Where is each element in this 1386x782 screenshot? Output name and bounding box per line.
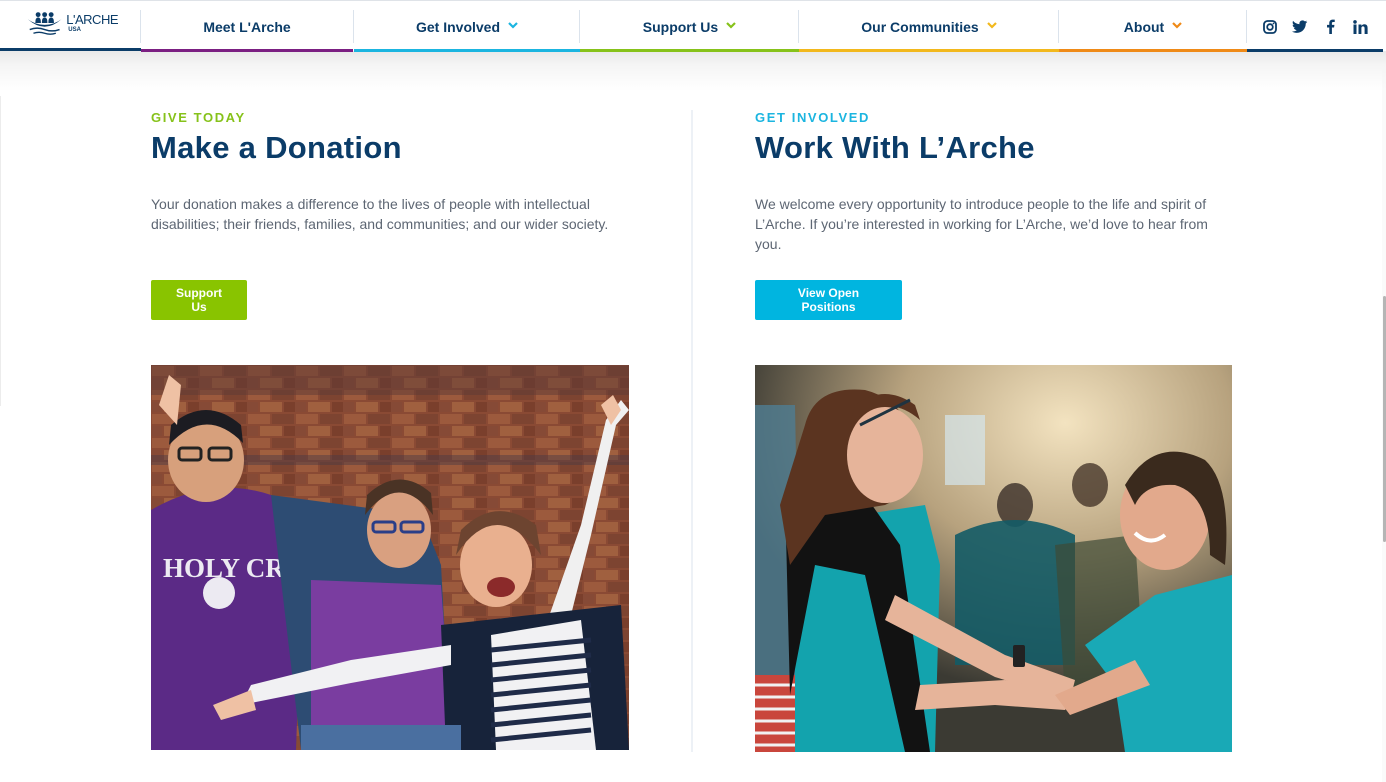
column-divider xyxy=(691,110,693,752)
instagram-icon[interactable] xyxy=(1262,19,1278,35)
facebook-icon[interactable] xyxy=(1322,19,1338,35)
social-links xyxy=(1247,1,1383,52)
chevron-down-icon xyxy=(1172,21,1182,29)
work-photo xyxy=(755,365,1232,752)
nav-accent-bar xyxy=(141,49,353,52)
nav-accent-bar xyxy=(1059,49,1247,52)
support-us-button[interactable]: Support Us xyxy=(151,280,247,320)
people-holding-hands-illustration xyxy=(755,365,1232,752)
donation-description: Your donation makes a difference to the … xyxy=(151,196,609,232)
nav-support-us[interactable]: Support Us xyxy=(580,1,799,52)
nav-accent-bar xyxy=(799,49,1059,52)
nav-accent-bar xyxy=(580,49,799,52)
page-edge xyxy=(0,96,1,406)
logo-subtitle: USA xyxy=(68,27,81,33)
nav-label: Meet L'Arche xyxy=(203,18,291,35)
nav-label: Support Us xyxy=(642,18,719,35)
nav-accent-bar xyxy=(354,49,580,52)
twitter-icon[interactable] xyxy=(1292,19,1308,35)
nav-label: Our Communities xyxy=(861,18,979,35)
nav-label: About xyxy=(1123,18,1165,35)
nav-label: Get Involved xyxy=(415,18,501,35)
header-shadow xyxy=(0,51,1386,91)
chevron-down-icon xyxy=(508,21,518,29)
donation-eyebrow: GIVE TODAY xyxy=(151,110,246,125)
linkedin-icon[interactable] xyxy=(1352,19,1368,35)
site-logo[interactable]: L'ARCHE USA xyxy=(26,8,118,38)
nav-meet-larche[interactable]: Meet L'Arche xyxy=(141,1,353,52)
ark-logo-icon xyxy=(27,12,62,35)
donation-photo: HOLY CROSS xyxy=(151,365,629,750)
work-section: GET INVOLVED Work With L’Arche We welcom… xyxy=(755,110,1233,752)
work-eyebrow: GET INVOLVED xyxy=(755,110,871,125)
view-open-positions-button[interactable]: View Open Positions xyxy=(755,280,902,320)
logo-name: L'ARCHE xyxy=(66,12,118,27)
work-description: We welcome every opportunity to introduc… xyxy=(755,196,1208,252)
work-title: Work With L’Arche xyxy=(755,130,1035,165)
donation-title: Make a Donation xyxy=(151,130,402,165)
friends-photo-illustration: HOLY CROSS xyxy=(151,365,629,750)
chevron-down-icon xyxy=(986,21,997,29)
donation-section: GIVE TODAY Make a Donation Your donation… xyxy=(151,110,629,750)
nav-accent-bar xyxy=(1247,49,1383,52)
logo-accent-bar xyxy=(0,48,141,51)
nav-our-communities[interactable]: Our Communities xyxy=(799,1,1059,52)
nav-get-involved[interactable]: Get Involved xyxy=(354,1,580,52)
chevron-down-icon xyxy=(726,21,736,29)
site-header: L'ARCHE USA Meet L'Arche Get Involved Su… xyxy=(0,0,1386,52)
nav-about[interactable]: About xyxy=(1059,1,1247,52)
